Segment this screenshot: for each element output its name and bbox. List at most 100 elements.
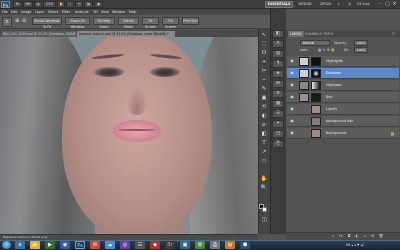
tab-paths[interactable]: PATHS bbox=[322, 31, 336, 37]
more-workspaces-chevron-icon[interactable]: » bbox=[335, 1, 342, 8]
tab-channels[interactable]: CHANNELS bbox=[303, 31, 324, 37]
visibility-eye-icon[interactable]: ◉ bbox=[289, 94, 295, 100]
taskbar-app-icon[interactable]: ⎙ bbox=[210, 241, 220, 249]
taskbar-app-icon[interactable]: ▣ bbox=[180, 241, 190, 249]
taskbar-explorer-icon[interactable]: 📁 bbox=[30, 241, 40, 249]
visibility-eye-icon[interactable]: ◉ bbox=[289, 58, 295, 64]
dock-styles-icon[interactable]: ✦ bbox=[272, 120, 284, 128]
zoom-all-windows-checkbox[interactable]: Zoom All Windows bbox=[65, 17, 90, 29]
document-canvas[interactable] bbox=[0, 37, 258, 234]
visibility-eye-icon[interactable]: ◉ bbox=[289, 82, 295, 88]
visibility-eye-icon[interactable]: ◉ bbox=[289, 118, 295, 124]
quick-selection-tool-icon[interactable]: ⌖ bbox=[260, 58, 268, 66]
maximize-icon[interactable]: ▢ bbox=[384, 1, 391, 8]
visibility-eye-icon[interactable]: ◉ bbox=[289, 106, 295, 112]
type-tool-icon[interactable]: T bbox=[260, 139, 268, 147]
taskbar-app-icon[interactable]: ◆ bbox=[150, 241, 160, 249]
close-icon[interactable]: × bbox=[391, 1, 398, 8]
zoom-in-icon[interactable]: ⊕ bbox=[15, 18, 21, 25]
workspace-ziplin[interactable]: ZIPLIN bbox=[317, 1, 334, 8]
taskbar-app-icon[interactable]: ✿ bbox=[195, 241, 205, 249]
dock-info-icon[interactable]: ☰ bbox=[272, 110, 284, 118]
crop-tool-icon[interactable]: ✂ bbox=[260, 67, 268, 75]
rotate-view-button[interactable]: ⟲ bbox=[75, 1, 83, 8]
marquee-tool-icon[interactable]: ⬚ bbox=[260, 40, 268, 48]
taskbar-ie-icon[interactable]: e bbox=[15, 241, 25, 249]
taskbar-app-icon[interactable]: ◉ bbox=[60, 241, 70, 249]
quick-mask-icon[interactable]: ◫ bbox=[260, 216, 268, 224]
healing-brush-tool-icon[interactable]: ✎ bbox=[260, 85, 268, 93]
taskbar-bridge-icon[interactable]: Br bbox=[165, 241, 175, 249]
clone-stamp-tool-icon[interactable]: ▣ bbox=[260, 94, 268, 102]
dock-masks-icon[interactable]: ◳ bbox=[272, 130, 284, 138]
hand-tool-icon[interactable]: ✋ bbox=[260, 175, 268, 183]
fill-screen-button[interactable]: Fill Screen bbox=[162, 17, 179, 29]
launch-bridge-button[interactable]: Br bbox=[13, 1, 22, 8]
arrange-documents-button[interactable]: ▦ bbox=[84, 1, 93, 8]
dock-history-icon[interactable]: ▤ bbox=[272, 50, 284, 58]
new-layer-icon[interactable]: ⊞ bbox=[370, 234, 376, 239]
hand-tool-button[interactable]: ✋ bbox=[57, 1, 65, 8]
dock-actions-icon[interactable]: ⚙ bbox=[272, 90, 284, 98]
dodge-tool-icon[interactable]: ◧ bbox=[260, 130, 268, 138]
dock-histogram-icon[interactable]: ▦ bbox=[272, 100, 284, 108]
workspace-design[interactable]: DESIGN bbox=[295, 1, 315, 8]
resize-windows-checkbox[interactable]: Resize Windows To Fit bbox=[32, 17, 62, 29]
system-tray[interactable]: DE ▴ ◂ ⚑ 🔊 bbox=[346, 241, 365, 249]
add-mask-icon[interactable]: ◘ bbox=[346, 234, 352, 239]
print-size-button[interactable]: Print Size bbox=[182, 17, 199, 25]
lock-icons[interactable]: ▦ ✎ ✥ 🔒 bbox=[318, 47, 335, 53]
taskbar-cloud-icon[interactable]: ☁ bbox=[105, 241, 115, 249]
taskbar-photoshop-icon[interactable]: Ps bbox=[75, 241, 85, 249]
layer-style-icon[interactable]: fx bbox=[338, 234, 344, 239]
gradient-tool-icon[interactable]: ⌀ bbox=[260, 121, 268, 129]
cs-live-label[interactable]: CS Live bbox=[357, 1, 377, 8]
delete-layer-icon[interactable]: 🗑 bbox=[378, 234, 384, 239]
cs-live-icon[interactable]: ◎ bbox=[348, 1, 356, 8]
taskbar-app-icon[interactable]: ◎ bbox=[120, 241, 130, 249]
launch-minibridge-button[interactable]: Mb bbox=[23, 1, 33, 8]
visibility-eye-icon[interactable]: ◉ bbox=[289, 130, 295, 136]
dock-clone-source-icon[interactable]: ⎘ bbox=[272, 140, 284, 148]
panel-menu-icon[interactable]: ☰ bbox=[390, 31, 397, 37]
history-brush-tool-icon[interactable]: ⟲ bbox=[260, 103, 268, 111]
eraser-tool-icon[interactable]: ◐ bbox=[260, 112, 268, 120]
dock-panel-icon[interactable]: ◧ bbox=[272, 30, 284, 38]
shape-tool-icon[interactable]: ▭ bbox=[260, 157, 268, 165]
new-group-icon[interactable]: ▭ bbox=[362, 234, 368, 239]
fill-field[interactable]: 100% bbox=[354, 47, 368, 53]
start-button-icon[interactable] bbox=[2, 241, 11, 249]
taskbar-mail-icon[interactable]: ✉ bbox=[90, 241, 100, 249]
lasso-tool-icon[interactable]: ʘ bbox=[260, 49, 268, 57]
zoom-out-icon[interactable]: ⊖ bbox=[22, 18, 28, 25]
view-extras-button[interactable]: ▤ bbox=[34, 1, 42, 8]
screen-mode-button[interactable]: ▣ bbox=[94, 1, 103, 8]
zoom-level-dropdown[interactable]: 33% bbox=[43, 1, 56, 8]
scrubby-zoom-checkbox[interactable]: Scrubby Zoom bbox=[93, 17, 115, 29]
fit-screen-button[interactable]: Fit Screen bbox=[142, 17, 159, 29]
zoom-tool-icon[interactable]: 🔍 bbox=[260, 184, 268, 192]
visibility-eye-icon[interactable]: ◉ bbox=[289, 70, 295, 76]
eyedropper-tool-icon[interactable]: ⌁ bbox=[260, 76, 268, 84]
dock-paragraph-icon[interactable]: ¶ bbox=[272, 60, 284, 68]
minimize-icon[interactable]: – bbox=[377, 1, 384, 8]
adjustment-layer-icon[interactable]: ◐ bbox=[354, 234, 360, 239]
path-selection-tool-icon[interactable]: ↗ bbox=[260, 148, 268, 156]
tab-layers[interactable]: LAYERS bbox=[288, 31, 304, 37]
dock-swatches-icon[interactable]: ◈ bbox=[272, 70, 284, 78]
opacity-field[interactable]: 100% bbox=[354, 40, 368, 46]
zoom-tool-preset-icon[interactable]: ⌕ bbox=[2, 17, 12, 27]
actual-pixels-button[interactable]: Actual Pixels bbox=[118, 17, 139, 29]
taskbar-media-icon[interactable]: ▶ bbox=[45, 241, 55, 249]
workspace-essentials[interactable]: ESSENTIALS bbox=[265, 1, 293, 8]
taskbar-app-icon[interactable]: ☷ bbox=[135, 241, 145, 249]
taskbar-app-icon[interactable]: ⬢ bbox=[240, 241, 250, 249]
move-tool-icon[interactable]: ↖ bbox=[260, 31, 268, 39]
background-color-swatch[interactable] bbox=[262, 207, 267, 212]
dock-character-icon[interactable]: A bbox=[272, 40, 284, 48]
blend-mode-dropdown[interactable]: Normal bbox=[300, 40, 330, 46]
dock-navigator-icon[interactable]: ⊞ bbox=[272, 80, 284, 88]
taskbar-app-icon[interactable]: ◍ bbox=[225, 241, 235, 249]
zoom-tool-button[interactable]: ⌕ bbox=[66, 1, 74, 8]
link-layers-icon[interactable]: ∞ bbox=[330, 234, 336, 239]
